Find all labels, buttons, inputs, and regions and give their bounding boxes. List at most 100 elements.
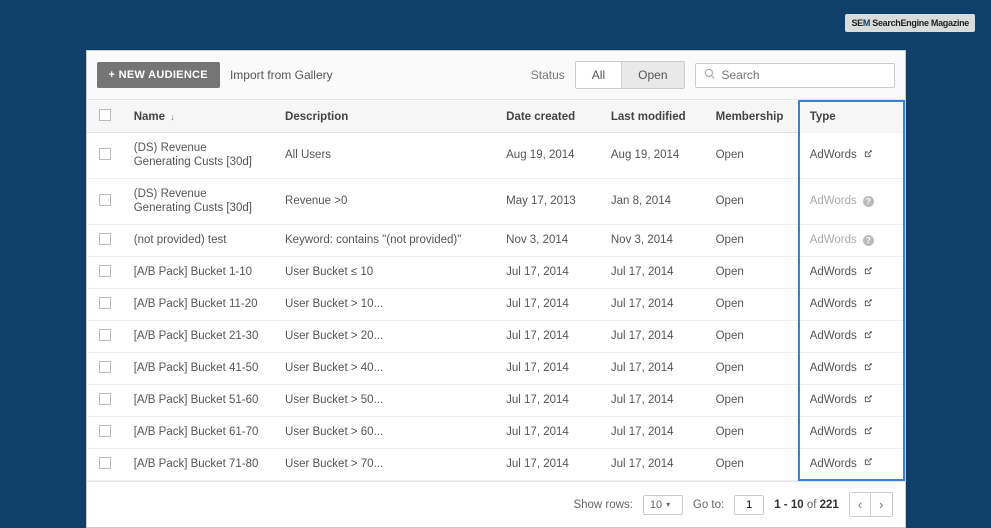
row-checkbox[interactable] bbox=[99, 297, 111, 309]
toolbar: + NEW AUDIENCE Import from Gallery Statu… bbox=[87, 51, 905, 100]
prev-page-button[interactable]: ‹ bbox=[850, 493, 870, 516]
row-checkbox[interactable] bbox=[99, 265, 111, 277]
description-cell: User Bucket ≤ 10 bbox=[275, 256, 496, 288]
date-created-cell: Aug 19, 2014 bbox=[496, 133, 601, 179]
row-checkbox[interactable] bbox=[99, 194, 111, 206]
last-modified-cell: Jul 17, 2014 bbox=[601, 416, 706, 448]
date-created-cell: Jul 17, 2014 bbox=[496, 384, 601, 416]
date-created-cell: Jul 17, 2014 bbox=[496, 320, 601, 352]
table-row: [A/B Pack] Bucket 41-50User Bucket > 40.… bbox=[87, 352, 904, 384]
description-cell: Keyword: contains "(not provided)" bbox=[275, 224, 496, 256]
rows-per-page-select[interactable]: 10 ▾ bbox=[643, 495, 683, 515]
membership-cell: Open bbox=[706, 320, 799, 352]
import-from-gallery-link[interactable]: Import from Gallery bbox=[230, 68, 333, 82]
sort-indicator-icon: ↓ bbox=[170, 112, 175, 122]
name-cell[interactable]: (DS) Revenue Generating Custs [30d] bbox=[124, 178, 275, 224]
type-cell[interactable]: AdWords bbox=[810, 394, 893, 407]
description-cell: User Bucket > 40... bbox=[275, 352, 496, 384]
external-link-icon bbox=[863, 330, 873, 343]
external-link-icon bbox=[863, 394, 873, 407]
type-cell[interactable]: AdWords bbox=[810, 426, 893, 439]
date-created-cell: Jul 17, 2014 bbox=[496, 416, 601, 448]
type-label: AdWords bbox=[810, 394, 857, 406]
external-link-icon bbox=[863, 457, 873, 470]
date-created-cell: Nov 3, 2014 bbox=[496, 224, 601, 256]
name-cell[interactable]: [A/B Pack] Bucket 41-50 bbox=[124, 352, 275, 384]
row-checkbox[interactable] bbox=[99, 233, 111, 245]
search-input[interactable] bbox=[722, 68, 886, 82]
type-cell[interactable]: AdWords bbox=[810, 149, 893, 162]
membership-cell: Open bbox=[706, 352, 799, 384]
date-created-cell: Jul 17, 2014 bbox=[496, 448, 601, 480]
row-checkbox[interactable] bbox=[99, 393, 111, 405]
membership-cell: Open bbox=[706, 384, 799, 416]
description-cell: User Bucket > 10... bbox=[275, 288, 496, 320]
row-checkbox[interactable] bbox=[99, 148, 111, 160]
external-link-icon bbox=[863, 298, 873, 311]
goto-page-input[interactable] bbox=[734, 495, 764, 515]
date-created-cell: May 17, 2013 bbox=[496, 178, 601, 224]
date-created-cell: Jul 17, 2014 bbox=[496, 256, 601, 288]
last-modified-cell: Jul 17, 2014 bbox=[601, 448, 706, 480]
status-filter: All Open bbox=[575, 61, 685, 89]
name-cell[interactable]: [A/B Pack] Bucket 11-20 bbox=[124, 288, 275, 320]
status-all-button[interactable]: All bbox=[576, 62, 621, 88]
col-description-header[interactable]: Description bbox=[275, 101, 496, 133]
col-date-created-header[interactable]: Date created bbox=[496, 101, 601, 133]
type-cell[interactable]: AdWords bbox=[810, 330, 893, 343]
name-cell[interactable]: (not provided) test bbox=[124, 224, 275, 256]
date-created-cell: Jul 17, 2014 bbox=[496, 288, 601, 320]
type-label: AdWords bbox=[810, 426, 857, 438]
row-checkbox[interactable] bbox=[99, 457, 111, 469]
row-checkbox[interactable] bbox=[99, 329, 111, 341]
col-last-modified-header[interactable]: Last modified bbox=[601, 101, 706, 133]
audiences-panel: + NEW AUDIENCE Import from Gallery Statu… bbox=[86, 50, 906, 528]
type-cell[interactable]: AdWords bbox=[810, 457, 893, 470]
name-cell[interactable]: [A/B Pack] Bucket 51-60 bbox=[124, 384, 275, 416]
membership-cell: Open bbox=[706, 288, 799, 320]
description-cell: User Bucket > 60... bbox=[275, 416, 496, 448]
type-cell[interactable]: AdWords bbox=[810, 298, 893, 311]
row-checkbox[interactable] bbox=[99, 425, 111, 437]
col-type-header[interactable]: Type bbox=[799, 101, 904, 133]
table-row: [A/B Pack] Bucket 1-10User Bucket ≤ 10Ju… bbox=[87, 256, 904, 288]
row-checkbox[interactable] bbox=[99, 361, 111, 373]
audiences-table: Name ↓ Description Date created Last mod… bbox=[87, 100, 905, 481]
table-row: (not provided) testKeyword: contains "(n… bbox=[87, 224, 904, 256]
col-membership-header[interactable]: Membership bbox=[706, 101, 799, 133]
last-modified-cell: Jul 17, 2014 bbox=[601, 288, 706, 320]
page-range-label: 1 - 10 of 221 bbox=[774, 499, 839, 511]
external-link-icon bbox=[863, 362, 873, 375]
type-cell[interactable]: AdWords bbox=[810, 362, 893, 375]
info-icon: ? bbox=[863, 235, 874, 246]
select-all-checkbox[interactable] bbox=[99, 109, 111, 121]
type-cell[interactable]: AdWords? bbox=[810, 234, 893, 246]
type-label: AdWords bbox=[810, 195, 857, 207]
search-input-wrap[interactable] bbox=[695, 63, 895, 88]
last-modified-cell: Jul 17, 2014 bbox=[601, 352, 706, 384]
table-row: [A/B Pack] Bucket 71-80User Bucket > 70.… bbox=[87, 448, 904, 480]
col-name-header[interactable]: Name ↓ bbox=[124, 101, 275, 133]
membership-cell: Open bbox=[706, 416, 799, 448]
type-cell[interactable]: AdWords? bbox=[810, 195, 893, 207]
name-cell[interactable]: [A/B Pack] Bucket 61-70 bbox=[124, 416, 275, 448]
table-row: [A/B Pack] Bucket 11-20User Bucket > 10.… bbox=[87, 288, 904, 320]
next-page-button[interactable]: › bbox=[870, 493, 891, 516]
type-cell[interactable]: AdWords bbox=[810, 266, 893, 279]
type-label: AdWords bbox=[810, 298, 857, 310]
name-cell[interactable]: (DS) Revenue Generating Custs [30d] bbox=[124, 133, 275, 179]
name-cell[interactable]: [A/B Pack] Bucket 71-80 bbox=[124, 448, 275, 480]
last-modified-cell: Nov 3, 2014 bbox=[601, 224, 706, 256]
search-icon bbox=[704, 68, 722, 83]
membership-cell: Open bbox=[706, 224, 799, 256]
type-label: AdWords bbox=[810, 149, 857, 161]
status-open-button[interactable]: Open bbox=[621, 62, 683, 88]
name-cell[interactable]: [A/B Pack] Bucket 1-10 bbox=[124, 256, 275, 288]
chevron-down-icon: ▾ bbox=[666, 500, 670, 509]
new-audience-button[interactable]: + NEW AUDIENCE bbox=[97, 62, 220, 88]
name-cell[interactable]: [A/B Pack] Bucket 21-30 bbox=[124, 320, 275, 352]
show-rows-label: Show rows: bbox=[573, 499, 632, 511]
membership-cell: Open bbox=[706, 133, 799, 179]
type-label: AdWords bbox=[810, 266, 857, 278]
type-label: AdWords bbox=[810, 330, 857, 342]
